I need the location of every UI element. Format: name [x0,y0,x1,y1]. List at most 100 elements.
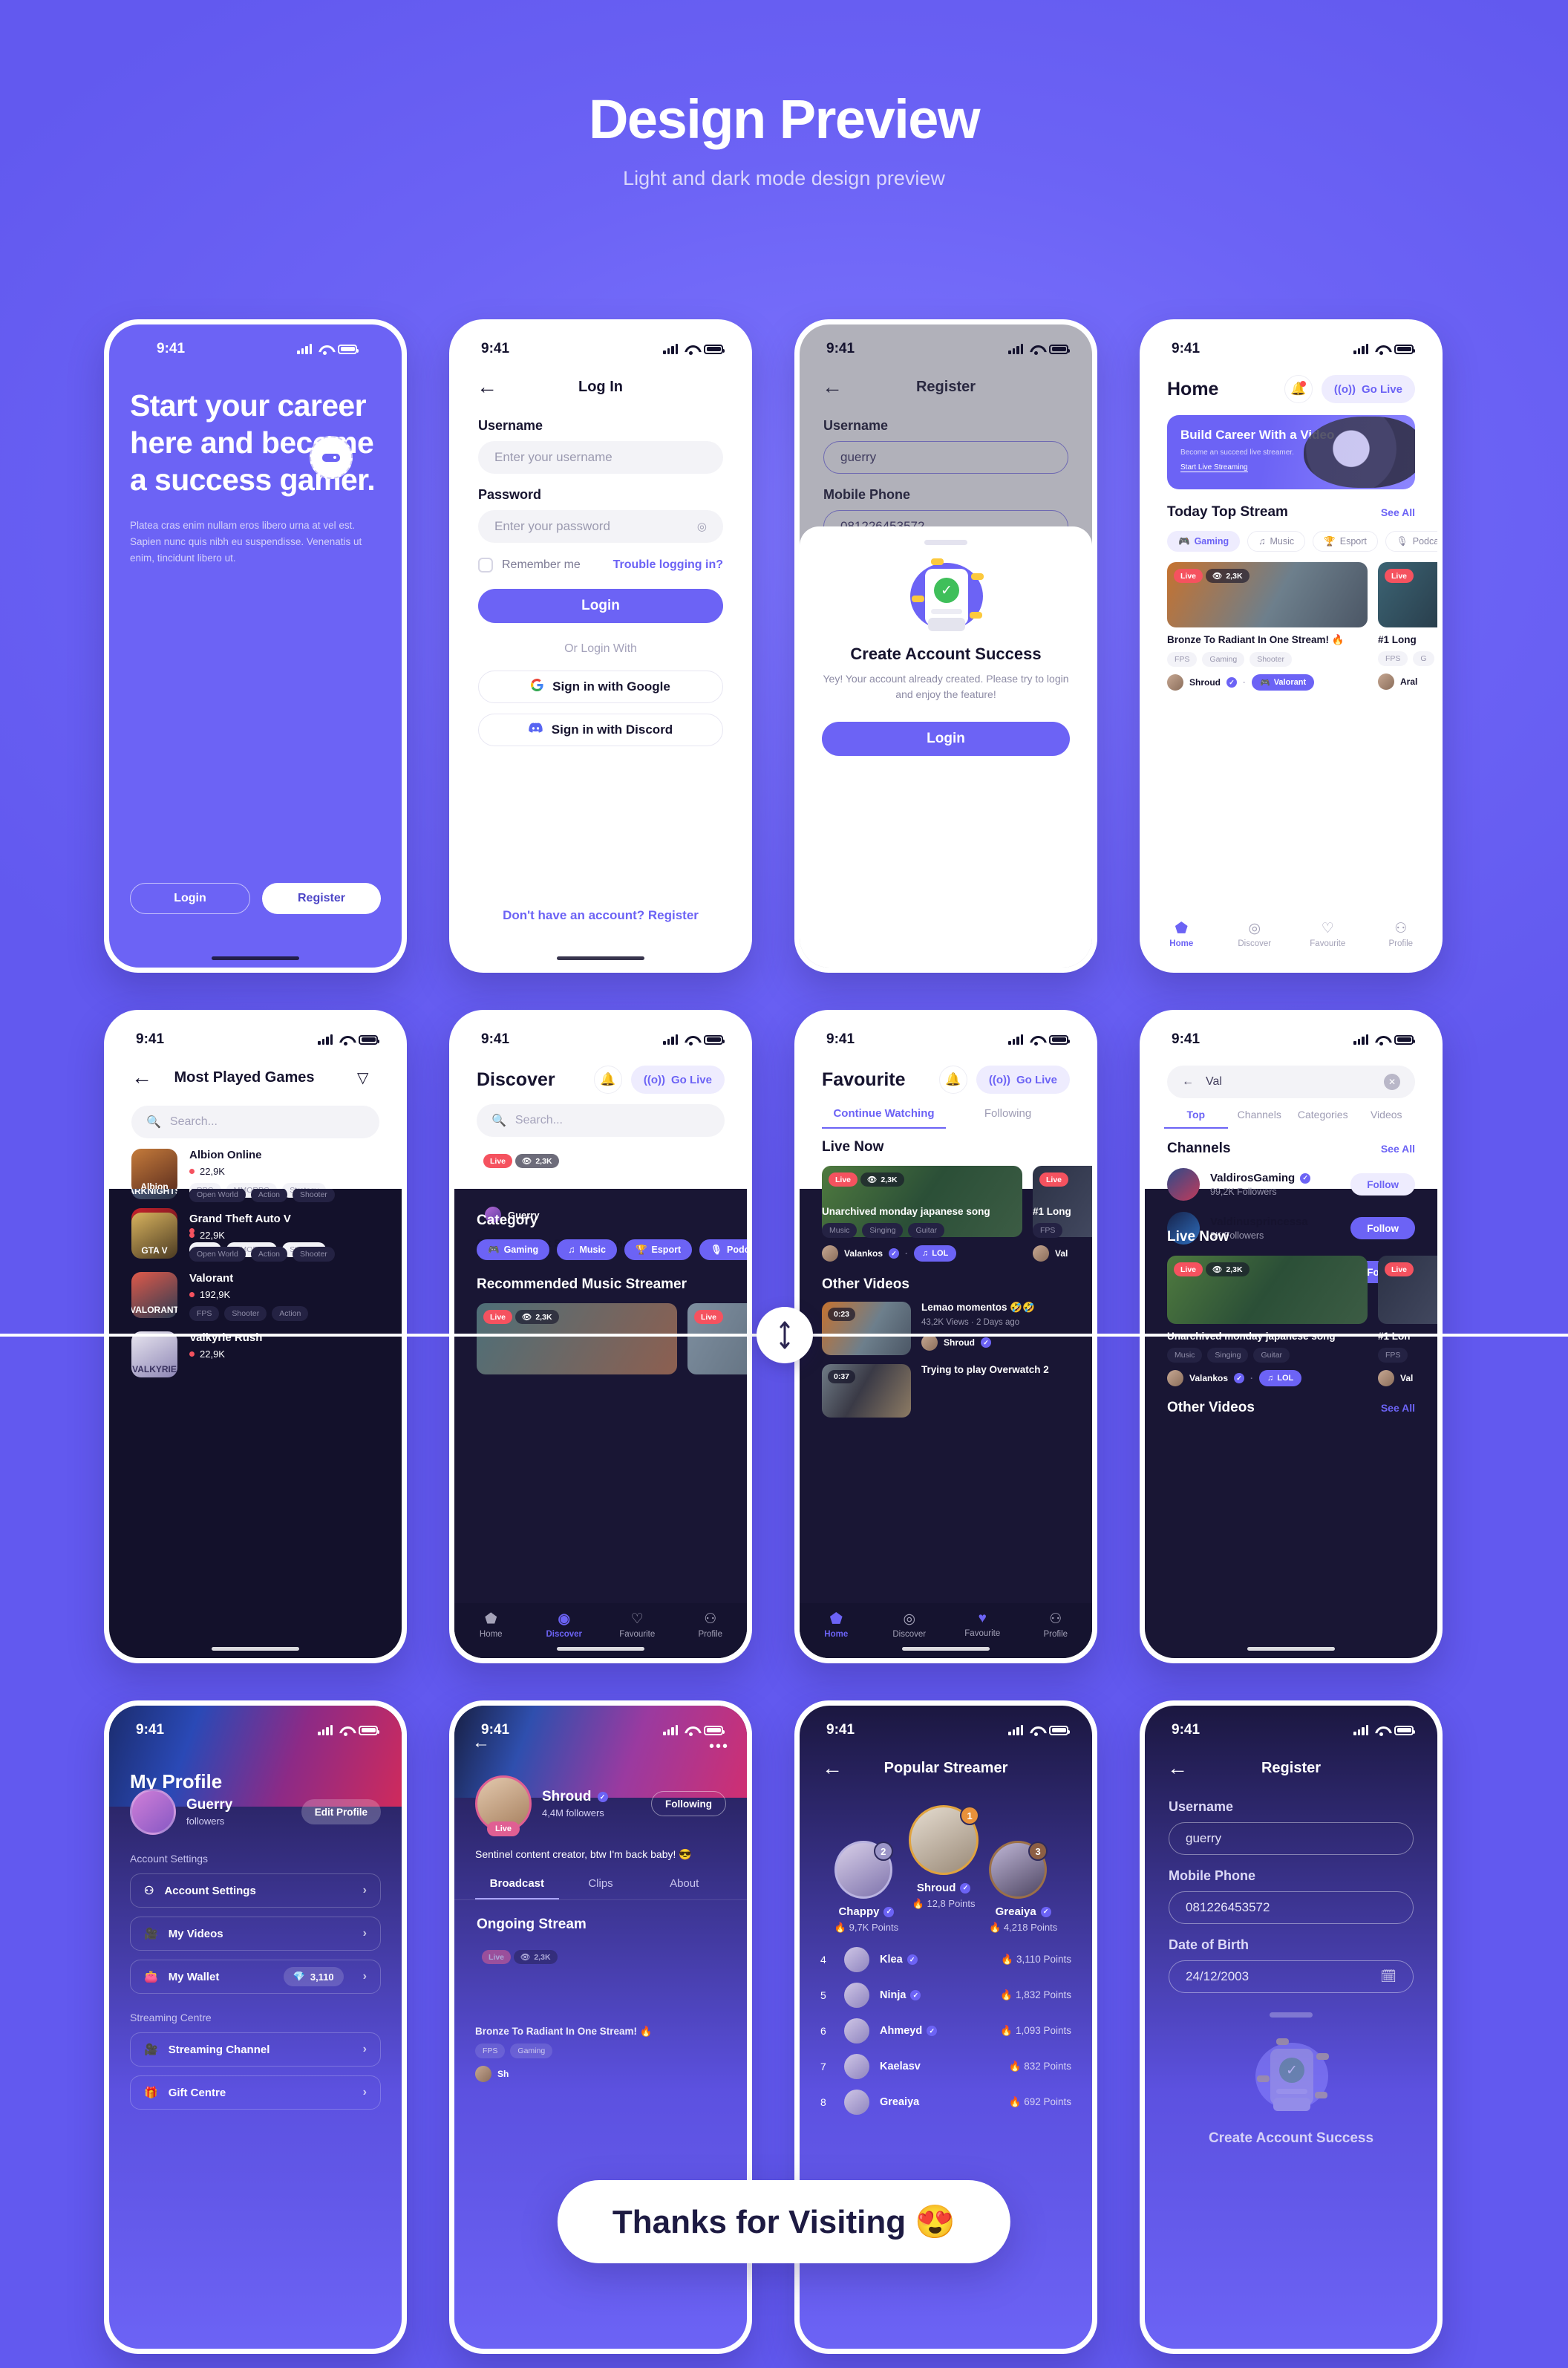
stream-card[interactable]: Live 👁 2,3K Unarchived monday japanese s… [1167,1256,1368,1386]
calendar-icon[interactable]: 🗓 [1380,1969,1396,1984]
chip-podcast[interactable]: 🎙 Podca [699,1239,747,1260]
menu-item-my-videos[interactable]: 🎥 My Videos › [130,1917,381,1951]
avatar[interactable] [130,1789,176,1835]
tab-favourite[interactable]: ♡ Favourite [1291,920,1365,948]
promo-banner[interactable]: Build Career With a Video Become an succ… [1167,415,1415,489]
google-signin-button[interactable]: Sign in with Google [478,671,723,703]
banner-link[interactable]: Start Live Streaming [1180,463,1248,472]
username-input[interactable]: guerry [1169,1822,1414,1855]
game-pill[interactable]: ♫ LOL [1259,1370,1302,1386]
tab-about[interactable]: About [642,1877,726,1899]
sheet-login-button[interactable]: Login [822,722,1070,756]
see-all-link[interactable]: See All [1381,506,1415,518]
go-live-button[interactable]: ((o)) Go Live [1321,375,1415,403]
tab-favourite[interactable]: ♥ Favourite [946,1611,1019,1638]
menu-item-my-wallet[interactable]: 👛 My Wallet 💎 3,110 › [130,1960,381,1994]
tab-channels[interactable]: Channels [1228,1109,1292,1129]
author-name[interactable]: Shroud [1189,677,1221,688]
sheet-grabber[interactable] [1270,2012,1313,2018]
author-name[interactable]: Val [1400,1373,1413,1383]
menu-item-streaming-channel[interactable]: 🎥 Streaming Channel › [130,2032,381,2067]
list-item[interactable]: VALORANT Valorant 192,9K FPS Shooter Act… [131,1272,379,1321]
trouble-link[interactable]: Trouble logging in? [613,558,723,572]
dob-input[interactable]: 24/12/2003 🗓 [1169,1960,1414,1993]
tab-clips[interactable]: Clips [559,1877,643,1899]
login-button[interactable]: Login [478,589,723,623]
tab-profile[interactable]: ⚇ Profile [1365,920,1438,948]
chip-music[interactable]: ♫ Music [557,1239,617,1260]
following-button[interactable]: Following [651,1791,726,1816]
notification-bell-icon[interactable]: 🔔 [1284,375,1313,403]
notification-bell-icon[interactable]: 🔔 [938,1066,967,1094]
author-name[interactable]: Sh [497,2069,509,2079]
tab-favourite[interactable]: ♡ Favourite [601,1611,674,1639]
sheet-grabber[interactable] [924,540,967,545]
tab-discover[interactable]: ◎ Discover [873,1611,947,1639]
stream-card[interactable]: Live 👁 2,3K Bronze To Radiant In One Str… [1167,562,1368,691]
chip-esport[interactable]: 🏆 Esport [1313,531,1378,552]
tab-top[interactable]: Top [1164,1109,1228,1129]
video-list-item[interactable]: 0:37 Trying to play Overwatch 2 [800,1364,1092,1418]
search-input[interactable]: ← Val ✕ [1167,1066,1415,1098]
edit-profile-button[interactable]: Edit Profile [301,1799,381,1824]
author-name[interactable]: Aral [1400,676,1417,687]
tab-home[interactable]: ⬟ Home [454,1611,528,1639]
tab-discover[interactable]: ◎ Discover [1218,920,1292,948]
stream-card[interactable]: Live #1 Lon FPS Val [1378,1256,1437,1386]
author-name[interactable]: Val [1055,1248,1068,1259]
list-item[interactable]: ARKNIGHTS Arknights 22,9K Open World Act… [131,1189,379,1202]
game-pill[interactable]: ♫ LOL [914,1245,957,1262]
menu-item-account-settings[interactable]: ⚇ Account Settings › [130,1873,381,1908]
table-row[interactable]: 4 Klea ✓ 🔥 3,110 Points [800,1947,1092,1972]
discord-signin-button[interactable]: Sign in with Discord [478,714,723,746]
table-row[interactable]: 6 Ahmeyd ✓ 🔥 1,093 Points [800,2018,1092,2044]
tab-broadcast[interactable]: Broadcast [475,1877,559,1899]
register-link[interactable]: Register [648,908,699,922]
list-item[interactable]: VALKYRIE Valkyrie Rush 22,9K [131,1331,379,1377]
video-list-item[interactable]: 0:23 Lemao momentos 🤣🤣 43,2K Views · 2 D… [800,1302,1092,1355]
register-button[interactable]: Register [262,883,381,914]
podium-third[interactable]: 3 Greaiya ✓ 🔥 4,218 Points [989,1841,1057,1934]
podium-first[interactable]: 1 Shroud ✓ 🔥 12,8 Points [909,1805,980,1910]
tab-profile[interactable]: ⚇ Profile [1019,1611,1093,1639]
podium-second[interactable]: 2 Chappy ✓ 🔥 9,7K Points [834,1841,898,1934]
list-item[interactable]: GTA V Grand Theft Auto V 22,9K Open Worl… [131,1213,379,1262]
back-icon[interactable]: ← [1182,1075,1194,1089]
stream-card[interactable]: Live [687,1303,747,1374]
chip-gaming[interactable]: 🎮 Gaming [477,1239,550,1260]
chip-esport[interactable]: 🏆 Esport [624,1239,693,1260]
tab-continue-watching[interactable]: Continue Watching [822,1107,946,1129]
tab-following[interactable]: Following [946,1107,1070,1129]
username-input[interactable]: Enter your username [478,441,723,474]
game-pill[interactable]: 🎮 Valorant [1252,674,1315,691]
chip-podcast[interactable]: 🎙 Podca [1385,531,1437,552]
author-name[interactable]: Valankos [1189,1373,1228,1383]
ongoing-stream-card[interactable]: Live 👁 2,3K Bronze To Radiant In One Str… [454,1943,747,2082]
tab-videos[interactable]: Videos [1355,1109,1419,1129]
go-live-button[interactable]: ((o)) Go Live [976,1066,1070,1094]
go-live-button[interactable]: ((o)) Go Live [630,1066,725,1094]
notification-bell-icon[interactable]: 🔔 [593,1066,622,1094]
tab-home[interactable]: ⬟ Home [1145,920,1218,948]
avatar[interactable]: Live [475,1775,532,1836]
search-input[interactable]: 🔍 Search... [477,1104,725,1137]
tab-discover[interactable]: ◉ Discover [528,1611,601,1639]
tab-categories[interactable]: Categories [1291,1109,1355,1129]
eye-icon[interactable]: ◎ [697,520,707,533]
password-input[interactable]: Enter your password ◎ [478,510,723,543]
author-name[interactable]: Shroud [944,1337,975,1348]
login-button[interactable]: Login [130,883,250,914]
resize-handle[interactable] [757,1307,813,1363]
see-all-link[interactable]: See All [1381,1143,1415,1155]
table-row[interactable]: 7 Kaelasv 🔥 832 Points [800,2054,1092,2079]
filter-icon[interactable]: ▽ [357,1069,379,1087]
remember-checkbox[interactable] [478,558,493,573]
tab-home[interactable]: ⬟ Home [800,1611,873,1639]
clear-icon[interactable]: ✕ [1384,1074,1400,1090]
search-input[interactable]: 🔍 Search... [131,1106,379,1138]
stream-card[interactable]: Live #1 Long FPS G Aral [1378,562,1437,691]
tab-profile[interactable]: ⚇ Profile [674,1611,748,1639]
see-all-link[interactable]: See All [1381,1402,1415,1414]
chip-music[interactable]: ♫ Music [1247,531,1306,552]
author-name[interactable]: Valankos [844,1248,883,1259]
